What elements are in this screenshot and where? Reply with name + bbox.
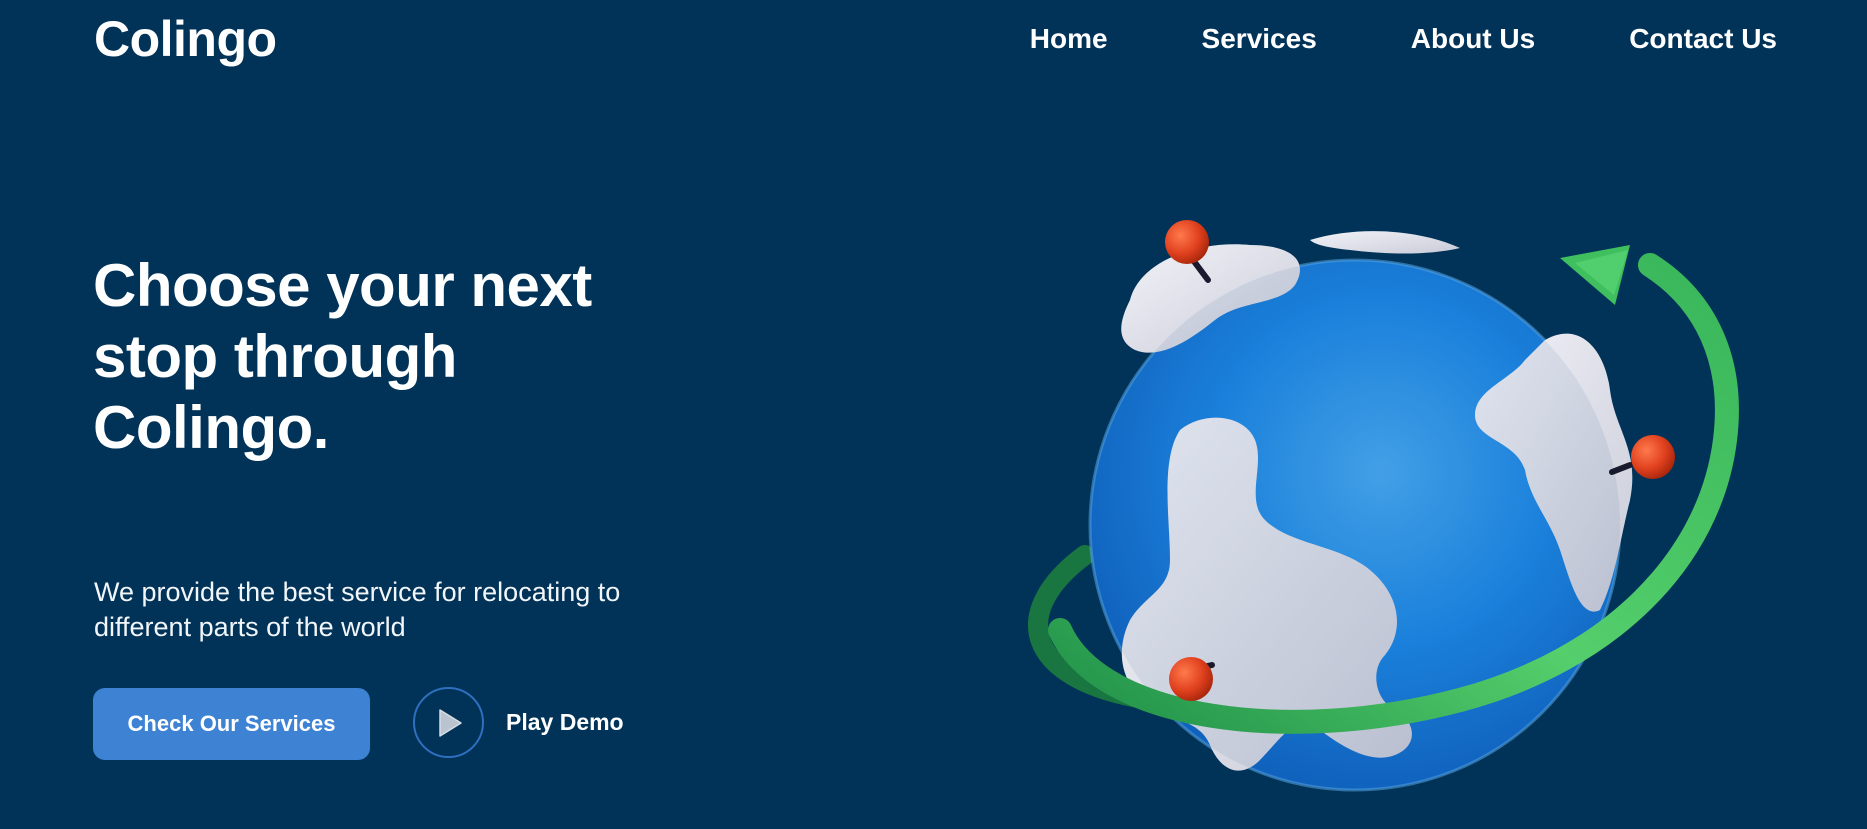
nav-link-contact-us[interactable]: Contact Us: [1629, 18, 1777, 60]
main-nav: Home Services About Us Contact Us: [1030, 18, 1777, 60]
hero-subtitle-line-2: different parts of the world: [94, 612, 406, 642]
play-demo-label: Play Demo: [506, 709, 624, 735]
brand-logo[interactable]: Colingo: [94, 10, 277, 68]
hero-title-line-3: Colingo.: [93, 394, 329, 461]
globe-with-location-pins-icon: [1028, 220, 1739, 792]
hero-subtitle-line-1: We provide the best service for relocati…: [94, 577, 621, 607]
play-demo-button[interactable]: Play Demo: [413, 687, 624, 758]
check-our-services-button[interactable]: Check Our Services: [93, 688, 370, 760]
nav-link-services[interactable]: Services: [1202, 18, 1317, 60]
play-triangle-icon: [438, 708, 462, 737]
play-icon[interactable]: [413, 687, 484, 758]
hero-title-line-1: Choose your next: [93, 252, 592, 319]
landing-page: Colingo Home Services About Us Contact U…: [0, 0, 1867, 829]
nav-link-home[interactable]: Home: [1030, 18, 1108, 60]
nav-link-about-us[interactable]: About Us: [1411, 18, 1535, 60]
hero-subtitle: We provide the best service for relocati…: [94, 575, 714, 645]
hero-title: Choose your next stop through Colingo.: [93, 250, 693, 463]
hero-title-line-2: stop through: [93, 323, 457, 390]
